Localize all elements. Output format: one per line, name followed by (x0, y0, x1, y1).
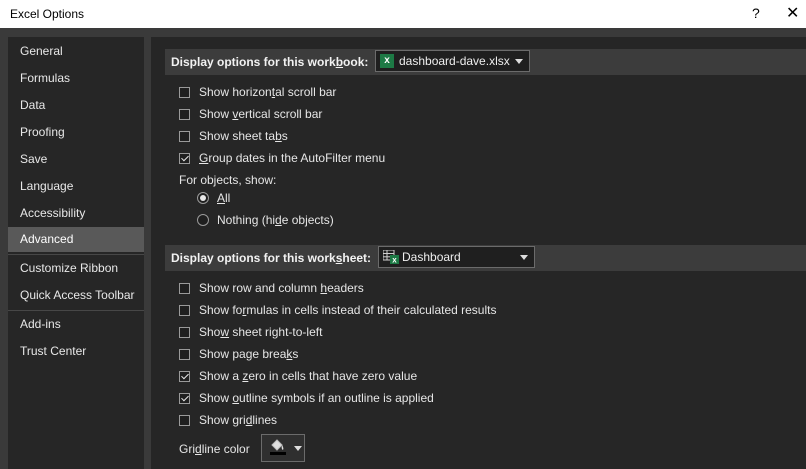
chevron-down-icon (520, 255, 528, 260)
sidebar-divider (8, 310, 144, 311)
options-sidebar: General Formulas Data Proofing Save Lang… (8, 37, 144, 469)
sidebar-item-general[interactable]: General (8, 39, 144, 63)
gridline-color-picker[interactable] (261, 434, 305, 462)
paint-bucket-icon (271, 439, 284, 451)
checkbox[interactable] (179, 87, 190, 98)
checkbox[interactable] (179, 131, 190, 142)
checkbox[interactable] (179, 349, 190, 360)
sidebar-item-proofing[interactable]: Proofing (8, 120, 144, 144)
dialog-body: General Formulas Data Proofing Save Lang… (0, 28, 806, 469)
checkbox[interactable] (179, 327, 190, 338)
worksheet-icon: x (383, 250, 399, 264)
check-icon (181, 153, 189, 162)
gridline-color-swatch (270, 452, 286, 455)
workbook-dropdown[interactable]: x dashboard-dave.xlsx (375, 50, 530, 72)
sidebar-item-quick-access-toolbar[interactable]: Quick Access Toolbar (8, 283, 144, 307)
checkbox-checked[interactable] (179, 393, 190, 404)
close-button[interactable]: ✕ (786, 3, 799, 23)
checkbox[interactable] (179, 305, 190, 316)
sidebar-item-language[interactable]: Language (8, 174, 144, 198)
sidebar-item-add-ins[interactable]: Add-ins (8, 312, 144, 336)
sidebar-item-trust-center[interactable]: Trust Center (8, 339, 144, 363)
worksheet-dropdown[interactable]: x Dashboard (378, 246, 535, 268)
worksheet-section-header: Display options for this worksheet: x Da… (165, 245, 806, 271)
excel-file-icon: x (380, 54, 394, 68)
sidebar-item-data[interactable]: Data (8, 93, 144, 117)
title-bar: Excel Options ? ✕ (0, 0, 806, 28)
worksheet-dropdown-value: Dashboard (402, 250, 461, 264)
window-title: Excel Options (10, 7, 85, 21)
sidebar-item-save[interactable]: Save (8, 147, 144, 171)
checkbox[interactable] (179, 283, 190, 294)
workbook-dropdown-value: dashboard-dave.xlsx (399, 54, 510, 68)
advanced-options-panel: Display options for this workbook: x das… (151, 37, 806, 469)
checkbox[interactable] (179, 109, 190, 120)
svg-text:x: x (392, 256, 397, 265)
checkbox-checked[interactable] (179, 371, 190, 382)
sidebar-item-customize-ribbon[interactable]: Customize Ribbon (8, 256, 144, 280)
radio-button[interactable] (197, 214, 209, 226)
checkbox[interactable] (179, 415, 190, 426)
check-icon (181, 393, 189, 402)
help-button[interactable]: ? (752, 5, 760, 21)
objects-show-label: For objects, show: (179, 173, 277, 187)
gridline-color-label: Gridline color (179, 442, 250, 456)
sidebar-item-formulas[interactable]: Formulas (8, 66, 144, 90)
checkbox-checked[interactable] (179, 153, 190, 164)
radio-dot-icon (200, 195, 206, 201)
workbook-section-header: Display options for this workbook: x das… (165, 49, 806, 75)
check-icon (181, 371, 189, 380)
chevron-down-icon (294, 446, 302, 451)
worksheet-section-label: Display options for this worksheet: (171, 251, 372, 265)
sidebar-item-accessibility[interactable]: Accessibility (8, 201, 144, 225)
workbook-section-label: Display options for this workbook: (171, 55, 369, 69)
radio-button-selected[interactable] (197, 192, 209, 204)
sidebar-item-advanced[interactable]: Advanced (8, 227, 144, 252)
chevron-down-icon (515, 59, 523, 64)
sidebar-divider (8, 254, 144, 255)
